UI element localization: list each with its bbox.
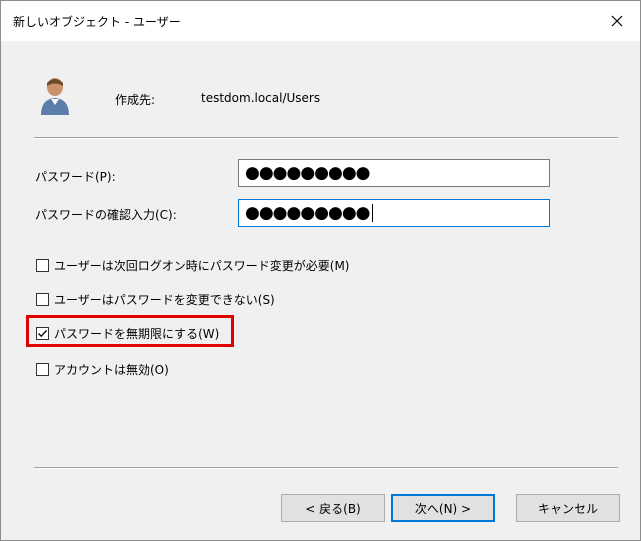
back-button[interactable]: < 戻る(B) xyxy=(281,494,385,522)
created-in-label: 作成先: xyxy=(115,93,156,107)
checkbox-label: ユーザーはパスワードを変更できない(S) xyxy=(54,293,275,307)
account-disabled-checkbox[interactable]: アカウントは無効(O) xyxy=(36,361,169,378)
password-value: ●●●●●●●●● xyxy=(245,163,371,183)
confirm-password-field[interactable]: ●●●●●●●●● xyxy=(238,199,550,227)
close-button[interactable] xyxy=(594,1,640,41)
created-in-value: testdom.local/Users xyxy=(201,91,321,105)
title-bar: 新しいオブジェクト - ユーザー xyxy=(1,1,640,41)
cannot-change-password-checkbox[interactable]: ユーザーはパスワードを変更できない(S) xyxy=(36,291,275,308)
checkbox-box[interactable] xyxy=(36,259,49,272)
window-title: 新しいオブジェクト - ユーザー xyxy=(13,15,181,29)
checkbox-label: アカウントは無効(O) xyxy=(54,363,169,377)
next-button[interactable]: 次へ(N) > xyxy=(391,494,495,522)
new-object-user-dialog: 新しいオブジェクト - ユーザー 作成先: testdom.local/User… xyxy=(0,0,641,541)
password-label: パスワード(P): xyxy=(35,170,116,184)
must-change-password-checkbox[interactable]: ユーザーは次回ログオン時にパスワード変更が必要(M) xyxy=(36,257,349,274)
highlight-annotation xyxy=(26,315,234,347)
confirm-password-label: パスワードの確認入力(C): xyxy=(35,208,177,222)
checkbox-box[interactable] xyxy=(36,363,49,376)
separator xyxy=(34,137,618,139)
cancel-button[interactable]: キャンセル xyxy=(516,494,620,522)
confirm-password-value: ●●●●●●●●● xyxy=(245,203,371,223)
checkbox-box[interactable] xyxy=(36,293,49,306)
close-icon xyxy=(611,15,623,27)
password-field[interactable]: ●●●●●●●●● xyxy=(238,159,550,187)
checkbox-label: ユーザーは次回ログオン時にパスワード変更が必要(M) xyxy=(54,259,350,273)
text-caret xyxy=(371,204,373,222)
user-icon xyxy=(41,78,69,115)
separator xyxy=(34,467,618,469)
